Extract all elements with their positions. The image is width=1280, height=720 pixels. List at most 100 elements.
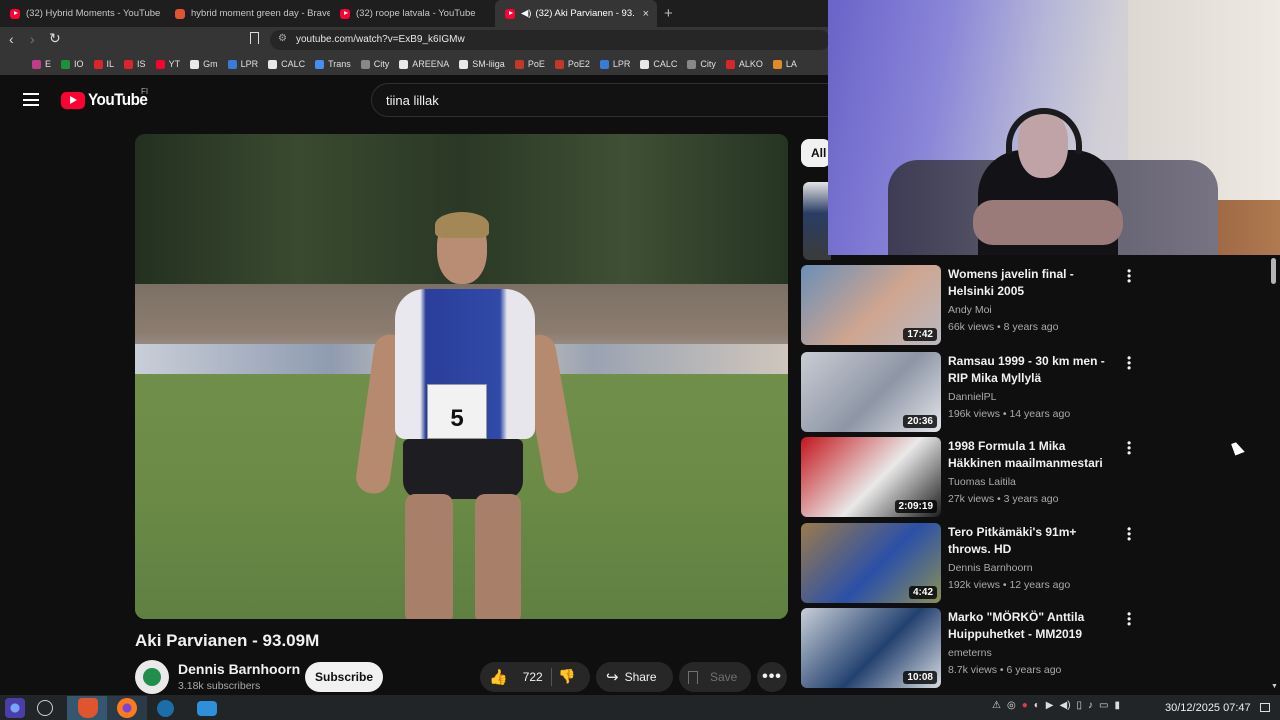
share-button[interactable]: ↪ Share [596,662,673,692]
clock-app-icon[interactable] [37,700,53,716]
browser-tab[interactable]: hybrid moment green day - Brave [165,0,330,27]
recommendation-channel[interactable]: Andy Moi [948,304,992,316]
recommendation-item[interactable]: 2:09:19 1998 Formula 1 Mika Häkkinen maai… [801,437,1131,519]
discord-icon[interactable]: ◐ [1034,700,1040,711]
bookmark-item[interactable]: SM-liiga [459,59,505,69]
volume-icon[interactable]: ◀) [1060,700,1071,711]
bookmark-favicon-icon [93,59,103,69]
video-thumbnail[interactable]: 17:42 [801,265,941,345]
search-input[interactable]: tiina lillak [371,83,831,117]
bookmark-favicon-icon [772,59,782,69]
browser-tab[interactable]: (32) Hybrid Moments - YouTube [0,0,165,27]
bookmark-item[interactable]: LA [772,59,797,69]
more-actions-button[interactable]: ••• [757,662,787,692]
bookmark-item[interactable]: PoE2 [554,59,590,69]
close-tab-icon[interactable]: × [643,8,649,20]
recommendation-thumbnail-partial[interactable] [803,182,831,260]
network-icon[interactable]: ▭ [1099,700,1108,711]
subscribe-button[interactable]: Subscribe [305,662,383,692]
channel-avatar[interactable] [135,660,169,694]
clipboard-icon[interactable]: ▯ [1077,700,1083,711]
recommendation-channel[interactable]: DannielPL [948,391,996,403]
bookmark-item[interactable]: ALKO [725,59,763,69]
bookmark-item[interactable]: IS [124,59,146,69]
forward-icon[interactable]: › [30,31,35,47]
recommendation-item[interactable]: 4:42 Tero Pitkämäki's 91m+ throws. HD Denn… [801,523,1131,605]
browser-tab[interactable]: (32) roope latvala - YouTube [330,0,495,27]
video-thumbnail[interactable]: 20:36 [801,352,941,432]
firefox-icon[interactable] [117,698,137,718]
recommendation-meta: 27k views • 3 years ago [948,493,1059,505]
more-options-icon[interactable]: • • • [1127,608,1131,630]
bookmark-favicon-icon [227,59,237,69]
recommendation-title[interactable]: Marko "MÖRKÖ" Anttila Huippuhetket - MM2… [948,609,1118,643]
divider [551,668,552,686]
recommendation-item[interactable]: 17:42 Womens javelin final - Helsinki 200… [801,265,1131,347]
bookmark-item[interactable]: AREENA [399,59,449,69]
bookmark-item[interactable]: City [360,59,389,69]
file-manager-icon[interactable] [197,701,217,716]
bookmark-item[interactable]: City [687,59,716,69]
more-options-icon[interactable]: • • • [1127,265,1131,287]
video-player[interactable]: 5 [135,134,788,619]
video-thumbnail[interactable]: 4:42 [801,523,941,603]
bookmark-item[interactable]: Trans [315,59,351,69]
taskbar-clock[interactable]: 30/12/2025 07:47 [1165,702,1251,714]
notification-icon[interactable]: ⚠ [992,700,1001,711]
browser-tab-active[interactable]: ◀) (32) Aki Parvianen - 93.09M × [495,0,657,27]
record-icon[interactable]: ● [1022,700,1028,711]
new-tab-button[interactable]: + [664,5,673,22]
url-bar[interactable]: ⚙ youtube.com/watch?v=ExB9_k6IGMw [270,30,830,50]
hamburger-menu-icon[interactable] [23,93,39,106]
media-play-icon[interactable]: ▶ [1046,700,1054,711]
show-desktop-icon[interactable] [1260,703,1270,712]
brave-browser-icon[interactable] [78,698,98,718]
speaker-icon[interactable]: ◀) [521,8,531,19]
recommendation-title[interactable]: Tero Pitkämäki's 91m+ throws. HD [948,524,1118,558]
recommendation-channel[interactable]: Tuomas Laitila [948,476,1016,488]
recommendation-channel[interactable]: emeterns [948,647,992,659]
bookmark-item[interactable]: LPR [227,59,258,69]
video-thumbnail[interactable]: 2:09:19 [801,437,941,517]
bookmark-item[interactable]: CALC [640,59,677,69]
save-button[interactable]: Save [679,662,751,692]
bookmark-item[interactable]: IO [61,59,84,69]
video-thumbnail[interactable]: 10:08 [801,608,941,688]
like-count[interactable]: 722 [523,670,543,684]
back-icon[interactable]: ‹ [9,31,14,47]
bookmark-favicon-icon [190,59,200,69]
bookmark-item[interactable]: E [32,59,51,69]
chip-all[interactable]: All [801,139,831,167]
battery-icon[interactable]: ▮ [1115,700,1121,711]
bookmark-icon[interactable] [250,32,259,44]
thumbs-down-icon[interactable]: 👎 [558,668,575,685]
steam-tray-icon[interactable]: ◎ [1007,700,1016,711]
bookmark-item[interactable]: YT [155,59,180,69]
recommendation-item[interactable]: 10:08 Marko "MÖRKÖ" Anttila Huippuhetket … [801,608,1131,690]
bookmark-item[interactable]: PoE [514,59,545,69]
start-menu-icon[interactable] [5,698,25,718]
steam-icon[interactable] [157,700,174,717]
more-options-icon[interactable]: • • • [1127,523,1131,545]
channel-name[interactable]: Dennis Barnhoorn [178,661,300,677]
youtube-logo[interactable]: YouTube FI [61,87,154,110]
bookmark-favicon-icon [554,59,564,69]
recommendation-title[interactable]: Womens javelin final - Helsinki 2005 [948,266,1118,300]
more-options-icon[interactable]: • • • [1127,352,1131,374]
more-options-icon[interactable]: • • • [1127,437,1131,459]
bookmark-item[interactable]: IL [93,59,114,69]
bookmark-item[interactable]: CALC [268,59,305,69]
recommendation-title[interactable]: Ramsau 1999 - 30 km men - RIP Mika Mylly… [948,353,1118,387]
recommendation-title[interactable]: 1998 Formula 1 Mika Häkkinen maailmanmes… [948,438,1118,472]
thumbs-up-icon[interactable]: 👍 [489,668,508,686]
bookmark-item[interactable]: Gm [190,59,218,69]
microphone-icon[interactable]: ♪ [1088,700,1093,711]
reload-icon[interactable]: ↻ [49,30,61,47]
site-info-icon[interactable]: ⚙ [278,33,287,44]
bookmark-item[interactable]: LPR [599,59,630,69]
share-icon: ↪ [606,669,619,686]
scroll-down-arrow-icon[interactable]: ▼ [1271,683,1278,690]
recommendation-channel[interactable]: Dennis Barnhoorn [948,562,1033,574]
recommendation-item[interactable]: 20:36 Ramsau 1999 - 30 km men - RIP Mika … [801,352,1131,434]
scrollbar-thumb[interactable] [1271,258,1276,284]
